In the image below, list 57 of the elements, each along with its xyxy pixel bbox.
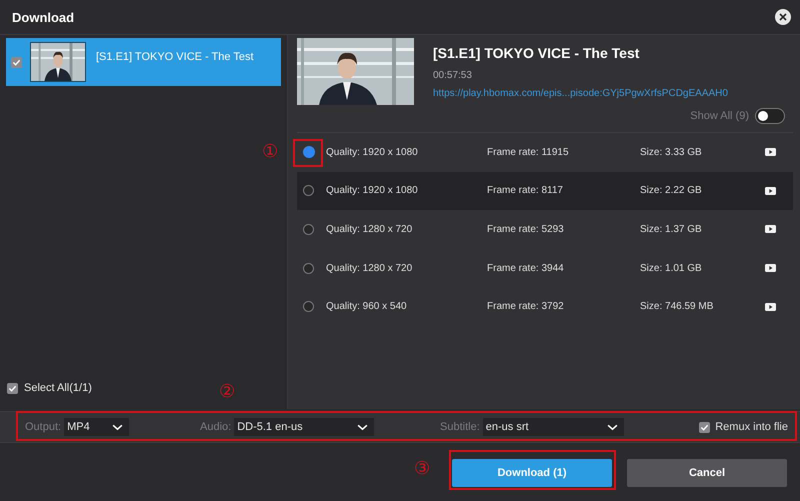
quality-text: Quality: 1280 x 720 (326, 262, 412, 274)
video-title: [S1.E1] TOKYO VICE - The Test (433, 45, 640, 61)
chevron-icon (357, 424, 368, 430)
option-label: Audio: (200, 421, 232, 433)
dropdown[interactable]: en-us srt (482, 418, 624, 436)
stream-row[interactable]: Quality: 1280 x 720 Frame rate: 3944 Size: 1.01 GB (297, 248, 793, 288)
annotation-number: ③ (414, 460, 430, 478)
stream-row[interactable]: Quality: 1920 x 1080 Frame rate: 8117 Size: 2.22 GB (297, 172, 793, 210)
duration: 00:57:53 (433, 70, 473, 81)
frame-rate-text: Frame rate: 3944 (487, 262, 564, 274)
show-all-label: Show All (9) (690, 110, 749, 122)
frame-rate-text: Frame rate: 5293 (487, 224, 564, 235)
close-icon[interactable] (774, 8, 792, 26)
play-icon[interactable] (765, 148, 776, 156)
stream-row[interactable]: Quality: 1920 x 1080 Frame rate: 11915 Size: 3.33 GB (297, 133, 793, 172)
size-text: Size: 2.22 GB (640, 185, 702, 196)
radio-button[interactable] (303, 262, 314, 274)
size-text: Size: 746.59 MB (640, 301, 714, 312)
chevron-icon (112, 424, 124, 430)
remux-label: Remux into flie (715, 421, 788, 433)
quality-text: Quality: 1920 x 1080 (326, 185, 418, 196)
size-text: Size: 1.01 GB (640, 262, 702, 274)
annotation-number: ① (262, 143, 278, 161)
dropdown[interactable]: MP4 (64, 418, 130, 436)
play-icon[interactable] (765, 225, 776, 234)
stream-row[interactable]: Quality: 960 x 540 Frame rate: 3792 Size: 746.59 MB (297, 287, 793, 326)
quality-text: Quality: 1280 x 720 (326, 224, 412, 235)
select-all-label: Select All(1/1) (24, 382, 92, 394)
option-label: Subtitle: (440, 421, 480, 433)
window-title: Download (12, 10, 74, 24)
stream-row[interactable]: Quality: 1280 x 720 Frame rate: 5293 Size: 1.37 GB (297, 210, 793, 249)
annotation-box (293, 139, 323, 167)
frame-rate-text: Frame rate: 11915 (487, 146, 569, 158)
play-icon[interactable] (765, 302, 776, 311)
show-all-toggle[interactable] (755, 108, 785, 124)
video-link[interactable]: https://play.hbomax.com/epis...pisode:GYj5PgwXrfsPCDgEAAAH0 (433, 88, 728, 99)
radio-button[interactable] (303, 301, 314, 312)
quality-text: Quality: 960 x 540 (326, 301, 407, 312)
radio-button[interactable] (303, 185, 314, 196)
radio-button[interactable] (303, 146, 315, 158)
dropdown[interactable]: DD-5.1 en-us (234, 418, 374, 436)
checkbox[interactable] (11, 56, 22, 68)
radio-button[interactable] (303, 224, 314, 235)
frame-rate-text: Frame rate: 3792 (487, 301, 564, 312)
frame-rate-text: Frame rate: 8117 (487, 185, 563, 196)
annotation-number: ② (219, 383, 236, 401)
size-text: Size: 3.33 GB (640, 146, 702, 158)
size-text: Size: 1.37 GB (640, 224, 702, 235)
quality-text: Quality: 1920 x 1080 (326, 146, 418, 158)
cancel-button[interactable]: Cancel (627, 459, 787, 487)
play-icon[interactable] (765, 186, 776, 195)
remux-checkbox[interactable] (699, 422, 710, 432)
option-label: Output: (25, 421, 62, 433)
select-all-checkbox[interactable] (7, 382, 18, 394)
episode-title: [S1.E1] TOKYO VICE - The Test (96, 51, 254, 63)
chevron-icon (606, 424, 618, 430)
play-icon[interactable] (765, 264, 776, 272)
